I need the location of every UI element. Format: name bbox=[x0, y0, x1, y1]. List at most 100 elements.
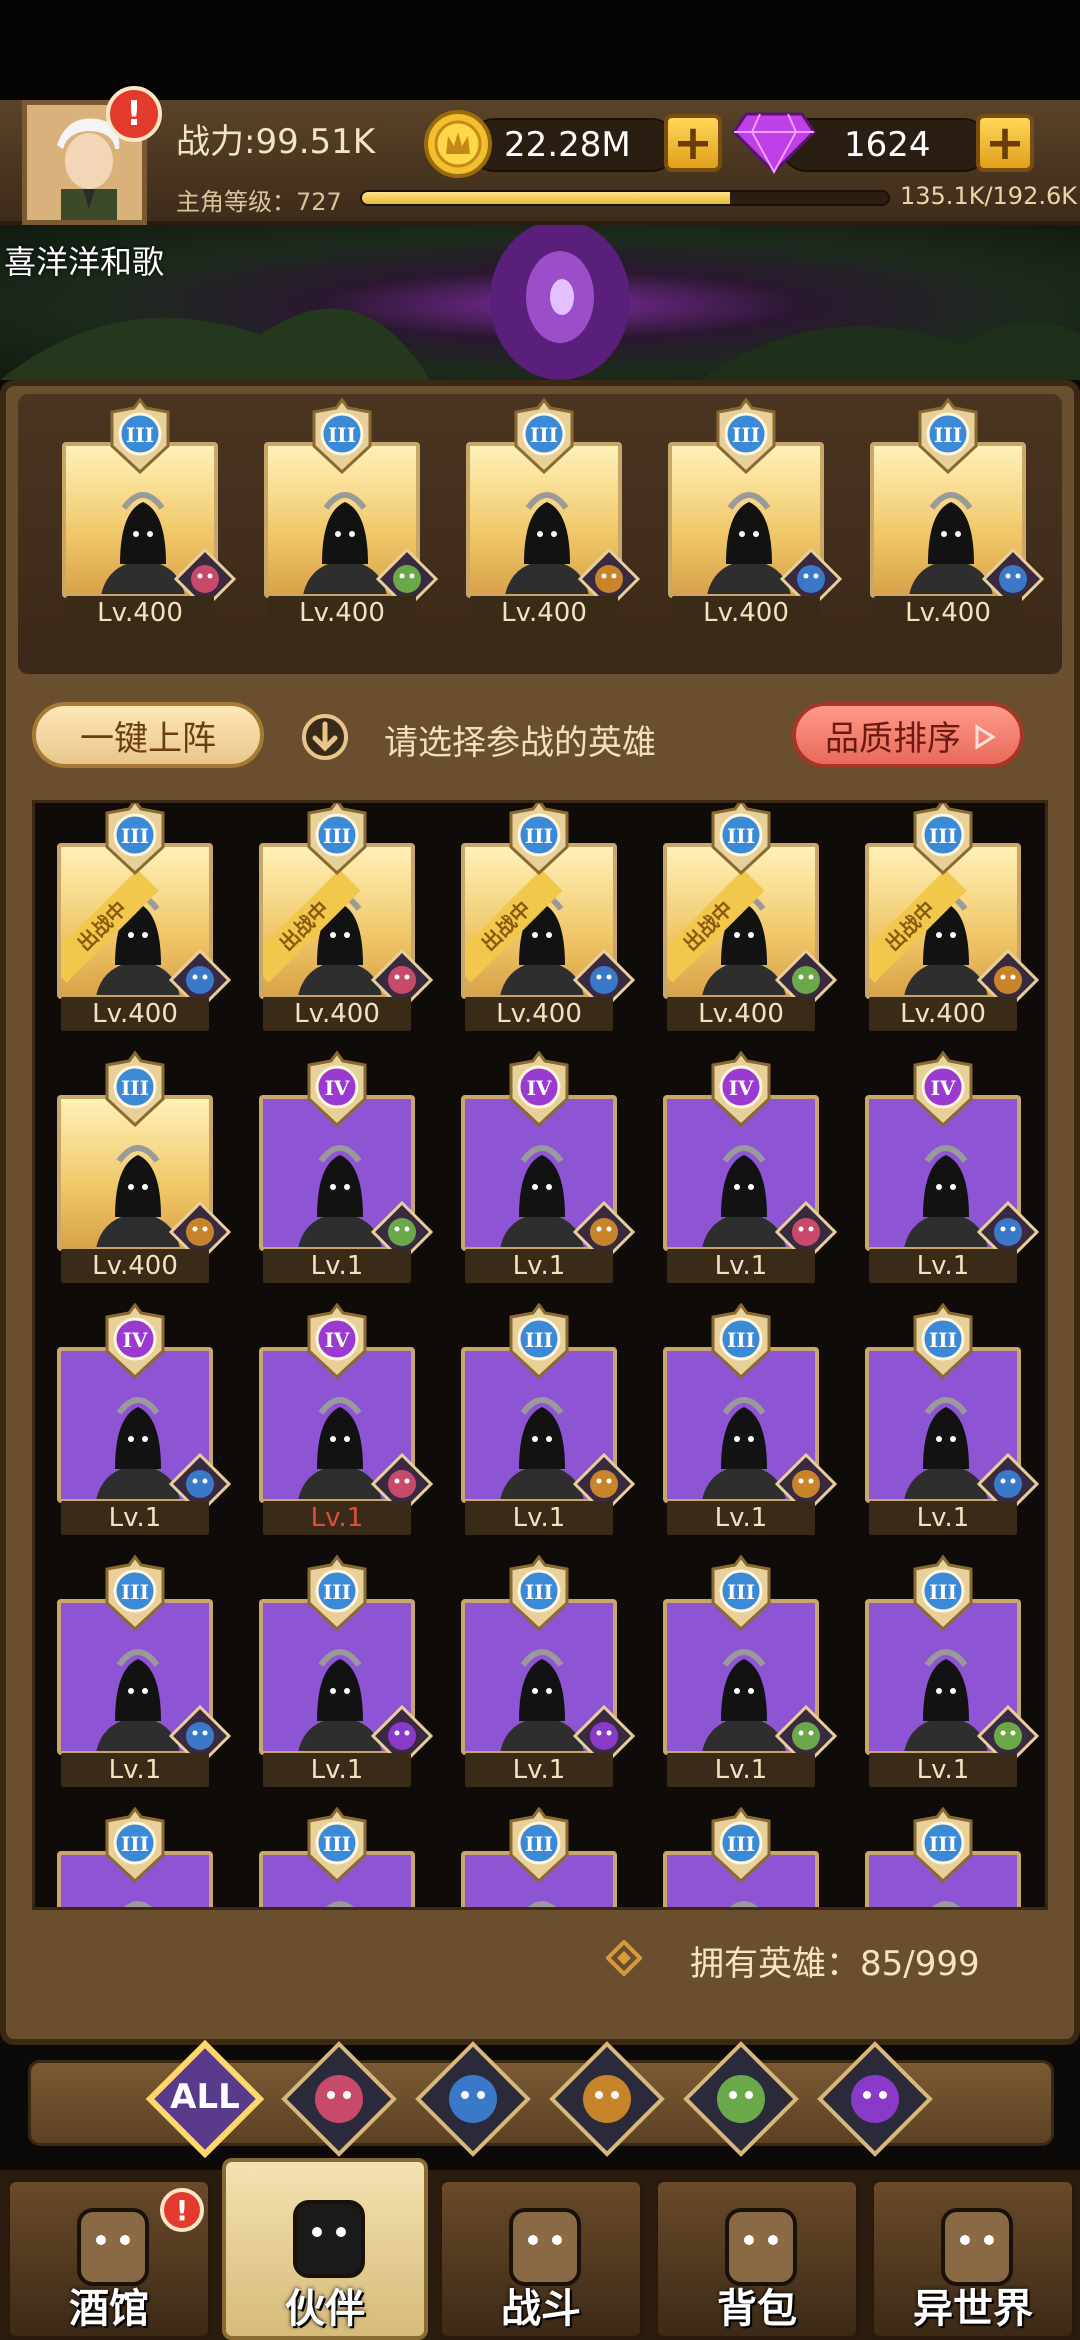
hero-level: Lv.1 bbox=[465, 1501, 613, 1535]
rank-badge-icon: III bbox=[509, 1303, 569, 1379]
nav-tab-3[interactable]: 背包 bbox=[654, 2178, 860, 2340]
fishman-faction-icon[interactable] bbox=[414, 2040, 532, 2158]
hero-card[interactable]: 出战中 III Lv.400 bbox=[57, 803, 231, 1035]
hero-level: Lv.1 bbox=[61, 1501, 209, 1535]
rank-badge-icon: III bbox=[509, 1807, 569, 1883]
rank-badge-icon: III bbox=[913, 1303, 973, 1379]
red-crest-portrait bbox=[730, 1901, 758, 1907]
hero-card[interactable]: III bbox=[57, 1807, 213, 1907]
xp-text: 135.1K/192.6K bbox=[900, 182, 1077, 210]
hero-card[interactable]: 出战中 III Lv.400 bbox=[663, 803, 837, 1035]
hero-card[interactable]: III Lv.1 bbox=[259, 1555, 433, 1791]
svg-text:III: III bbox=[727, 1832, 755, 1856]
hero-card[interactable]: III Lv.1 bbox=[663, 1555, 837, 1791]
hero-card[interactable]: III Lv.400 bbox=[870, 398, 1044, 634]
hero-level: Lv.400 bbox=[667, 997, 815, 1031]
hero-card[interactable]: III Lv.1 bbox=[461, 1555, 635, 1791]
nav-tab-2[interactable]: 战斗 bbox=[438, 2178, 644, 2340]
svg-text:III: III bbox=[727, 1580, 755, 1604]
rank-badge-icon: III bbox=[711, 1807, 771, 1883]
gold-counter: 22.28M bbox=[468, 118, 678, 172]
svg-text:III: III bbox=[323, 1580, 351, 1604]
svg-text:III: III bbox=[929, 1328, 957, 1352]
hero-level: Lv.400 bbox=[869, 997, 1017, 1031]
rank-badge-icon: III bbox=[918, 398, 978, 474]
red-crest-portrait bbox=[932, 1901, 960, 1907]
rank-badge-icon: III bbox=[913, 1555, 973, 1631]
rank-badge-icon: III bbox=[307, 803, 367, 875]
hero-card[interactable]: 出战中 III Lv.400 bbox=[865, 803, 1039, 1035]
hero-card[interactable]: III Lv.1 bbox=[663, 1303, 837, 1539]
elf-faction-icon[interactable] bbox=[682, 2040, 800, 2158]
hero-card[interactable]: III Lv.1 bbox=[865, 1303, 1039, 1539]
hero-level: Lv.1 bbox=[667, 1501, 815, 1535]
svg-text:III: III bbox=[929, 1832, 957, 1856]
rank-badge-icon: IV bbox=[105, 1303, 165, 1379]
svg-text:III: III bbox=[126, 423, 154, 447]
hero-level: Lv.400 bbox=[672, 596, 820, 630]
formation-row: III Lv.400 III Lv.400 III Lv.400 III Lv.… bbox=[18, 394, 1062, 674]
hero-card[interactable]: IV Lv.1 bbox=[461, 1051, 635, 1287]
hero-card[interactable]: IV Lv.1 bbox=[57, 1303, 231, 1539]
beast-faction-icon[interactable] bbox=[548, 2040, 666, 2158]
all-filter-icon[interactable]: ALL bbox=[146, 2040, 264, 2158]
nav-label: 伙伴 bbox=[285, 2286, 365, 2332]
hero-level: Lv.400 bbox=[66, 596, 214, 630]
svg-text:III: III bbox=[732, 423, 760, 447]
rank-badge-icon: III bbox=[514, 398, 574, 474]
hero-card[interactable]: III Lv.400 bbox=[62, 398, 236, 634]
hero-card[interactable]: IV Lv.1 bbox=[259, 1303, 433, 1539]
svg-text:III: III bbox=[727, 824, 755, 848]
hero-card[interactable]: 出战中 III Lv.400 bbox=[461, 803, 635, 1035]
status-bar bbox=[0, 0, 1080, 100]
svg-text:IV: IV bbox=[729, 1076, 754, 1100]
demon-faction-icon[interactable] bbox=[816, 2040, 934, 2158]
hero-level: Lv.1 bbox=[61, 1753, 209, 1787]
hero-level: Lv.1 bbox=[869, 1249, 1017, 1283]
knight-faction-icon[interactable] bbox=[280, 2040, 398, 2158]
svg-text:III: III bbox=[121, 824, 149, 848]
hero-card[interactable]: III Lv.400 bbox=[57, 1051, 231, 1287]
nav-tab-1[interactable]: 伙伴 bbox=[222, 2158, 428, 2340]
scene-banner: 喜洋洋和歌 bbox=[0, 225, 1080, 380]
rank-badge-icon: III bbox=[312, 398, 372, 474]
gem-value: 1624 bbox=[844, 125, 931, 165]
nav-tab-0[interactable]: 酒馆 ! bbox=[6, 2178, 212, 2340]
hero-level: Lv.1 bbox=[465, 1249, 613, 1283]
horned-portrait bbox=[326, 1901, 354, 1907]
hero-card[interactable]: IV Lv.1 bbox=[259, 1051, 433, 1287]
rank-badge-icon: III bbox=[307, 1555, 367, 1631]
hero-card[interactable]: III Lv.400 bbox=[264, 398, 438, 634]
rank-badge-icon: III bbox=[913, 1807, 973, 1883]
player-level: 主角等级：727 bbox=[176, 188, 342, 216]
hero-card[interactable]: III Lv.1 bbox=[57, 1555, 231, 1791]
hero-card[interactable]: III bbox=[259, 1807, 415, 1907]
quality-sort-button[interactable]: 品质排序 bbox=[792, 702, 1024, 768]
hero-card[interactable]: IV Lv.1 bbox=[663, 1051, 837, 1287]
hero-level: Lv.400 bbox=[268, 596, 416, 630]
play-arrow-icon bbox=[975, 724, 996, 750]
auto-deploy-button[interactable]: 一键上阵 bbox=[32, 702, 264, 768]
hero-card[interactable]: III bbox=[461, 1807, 617, 1907]
hero-card[interactable]: III Lv.400 bbox=[668, 398, 842, 634]
rank-badge-icon: III bbox=[307, 1807, 367, 1883]
rank-badge-icon: III bbox=[711, 803, 771, 875]
hero-card[interactable]: III bbox=[663, 1807, 819, 1907]
hero-card[interactable]: 出战中 III Lv.400 bbox=[259, 803, 433, 1035]
nav-tab-4[interactable]: 异世界 bbox=[870, 2178, 1076, 2340]
rank-badge-icon: III bbox=[105, 1555, 165, 1631]
hero-level: Lv.1 bbox=[465, 1753, 613, 1787]
hero-level: Lv.400 bbox=[61, 1249, 209, 1283]
owned-heroes-count: 拥有英雄：85/999 bbox=[690, 1944, 980, 1984]
add-gem-button[interactable]: + bbox=[976, 114, 1034, 172]
hero-card[interactable]: III Lv.1 bbox=[865, 1555, 1039, 1791]
add-gold-button[interactable]: + bbox=[664, 114, 722, 172]
hero-card[interactable]: IV Lv.1 bbox=[865, 1051, 1039, 1287]
hero-card[interactable]: III Lv.1 bbox=[461, 1303, 635, 1539]
hero-card[interactable]: III bbox=[865, 1807, 1021, 1907]
hero-level: Lv.1 bbox=[263, 1501, 411, 1535]
rank-badge-icon: IV bbox=[307, 1303, 367, 1379]
hero-card[interactable]: III Lv.400 bbox=[466, 398, 640, 634]
svg-text:III: III bbox=[929, 1580, 957, 1604]
svg-text:III: III bbox=[121, 1076, 149, 1100]
